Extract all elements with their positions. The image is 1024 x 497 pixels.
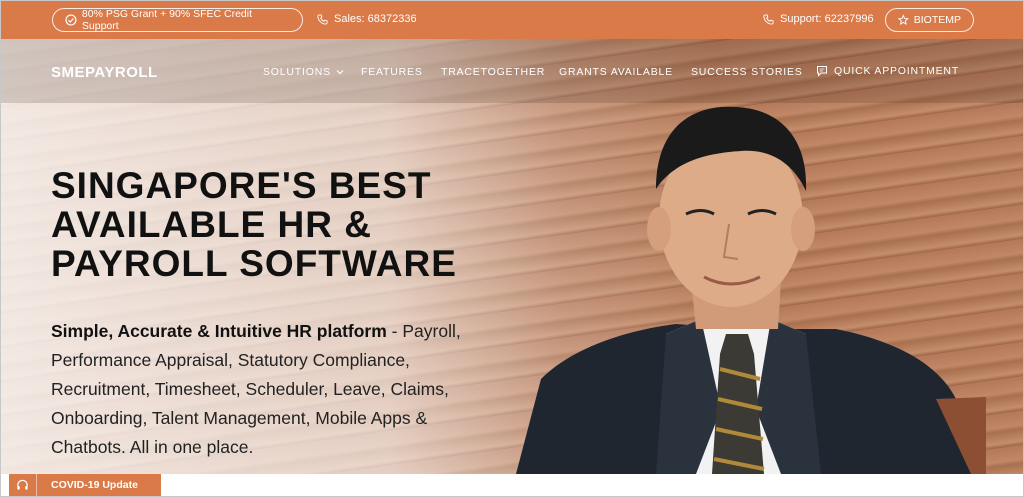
biotemp-label: BIOTEMP <box>913 14 961 26</box>
phone-icon <box>763 13 774 25</box>
page-frame: 80% PSG Grant + 90% SFEC Credit Support … <box>0 0 1024 497</box>
hero-headline: SINGAPORE'S BEST AVAILABLE HR & PAYROLL … <box>51 166 511 283</box>
nav-success-stories[interactable]: SUCCESS STORIES <box>691 66 803 78</box>
hero-person-image <box>516 106 986 474</box>
sales-phone-link[interactable]: Sales: 68372336 <box>317 13 417 25</box>
sales-label: Sales: 68372336 <box>334 13 417 25</box>
phone-icon <box>317 13 328 25</box>
chat-icon <box>817 66 827 77</box>
smepayroll-logo[interactable]: SMEPAYROLL <box>51 64 158 81</box>
hero-description-bold: Simple, Accurate & Intuitive HR platform <box>51 321 387 341</box>
headset-icon-wrap <box>9 474 37 496</box>
headline-line-2: AVAILABLE HR & <box>51 204 372 245</box>
grant-label: 80% PSG Grant + 90% SFEC Credit Support <box>81 8 253 32</box>
top-bar: 80% PSG Grant + 90% SFEC Credit Support … <box>1 1 1023 39</box>
hero-description: Simple, Accurate & Intuitive HR platform… <box>51 317 491 462</box>
nav-grants-available[interactable]: GRANTS AVAILABLE <box>559 66 673 78</box>
hero-section: SINGAPORE'S BEST AVAILABLE HR & PAYROLL … <box>1 39 1023 474</box>
headset-icon <box>17 479 28 490</box>
headline-line-1: SINGAPORE'S BEST <box>51 165 432 206</box>
nav-solutions[interactable]: SOLUTIONS <box>263 66 345 78</box>
chevron-down-icon <box>336 70 344 75</box>
check-circle-icon <box>65 14 77 26</box>
star-icon <box>898 14 909 25</box>
grant-button[interactable]: 80% PSG Grant + 90% SFEC Credit Support <box>52 8 303 32</box>
hero-description-text: - Payroll, Performance Appraisal, Statut… <box>51 321 461 457</box>
nav-tracetogether[interactable]: TRACETOGETHER <box>441 66 545 78</box>
nav-solutions-label: SOLUTIONS <box>263 66 331 78</box>
support-phone-link[interactable]: Support: 62237996 <box>763 13 874 25</box>
biotemp-button[interactable]: BIOTEMP <box>885 8 974 32</box>
support-label: Support: 62237996 <box>780 13 874 25</box>
nav-features[interactable]: FEATURES <box>361 66 423 78</box>
covid-update-label: COVID-19 Update <box>51 479 138 491</box>
covid-update-button[interactable]: COVID-19 Update <box>9 474 161 496</box>
nav-quick-appointment[interactable]: QUICK APPOINTMENT <box>816 65 959 77</box>
nav-quick-appointment-label: QUICK APPOINTMENT <box>834 65 960 77</box>
headline-line-3: PAYROLL SOFTWARE <box>51 243 457 284</box>
